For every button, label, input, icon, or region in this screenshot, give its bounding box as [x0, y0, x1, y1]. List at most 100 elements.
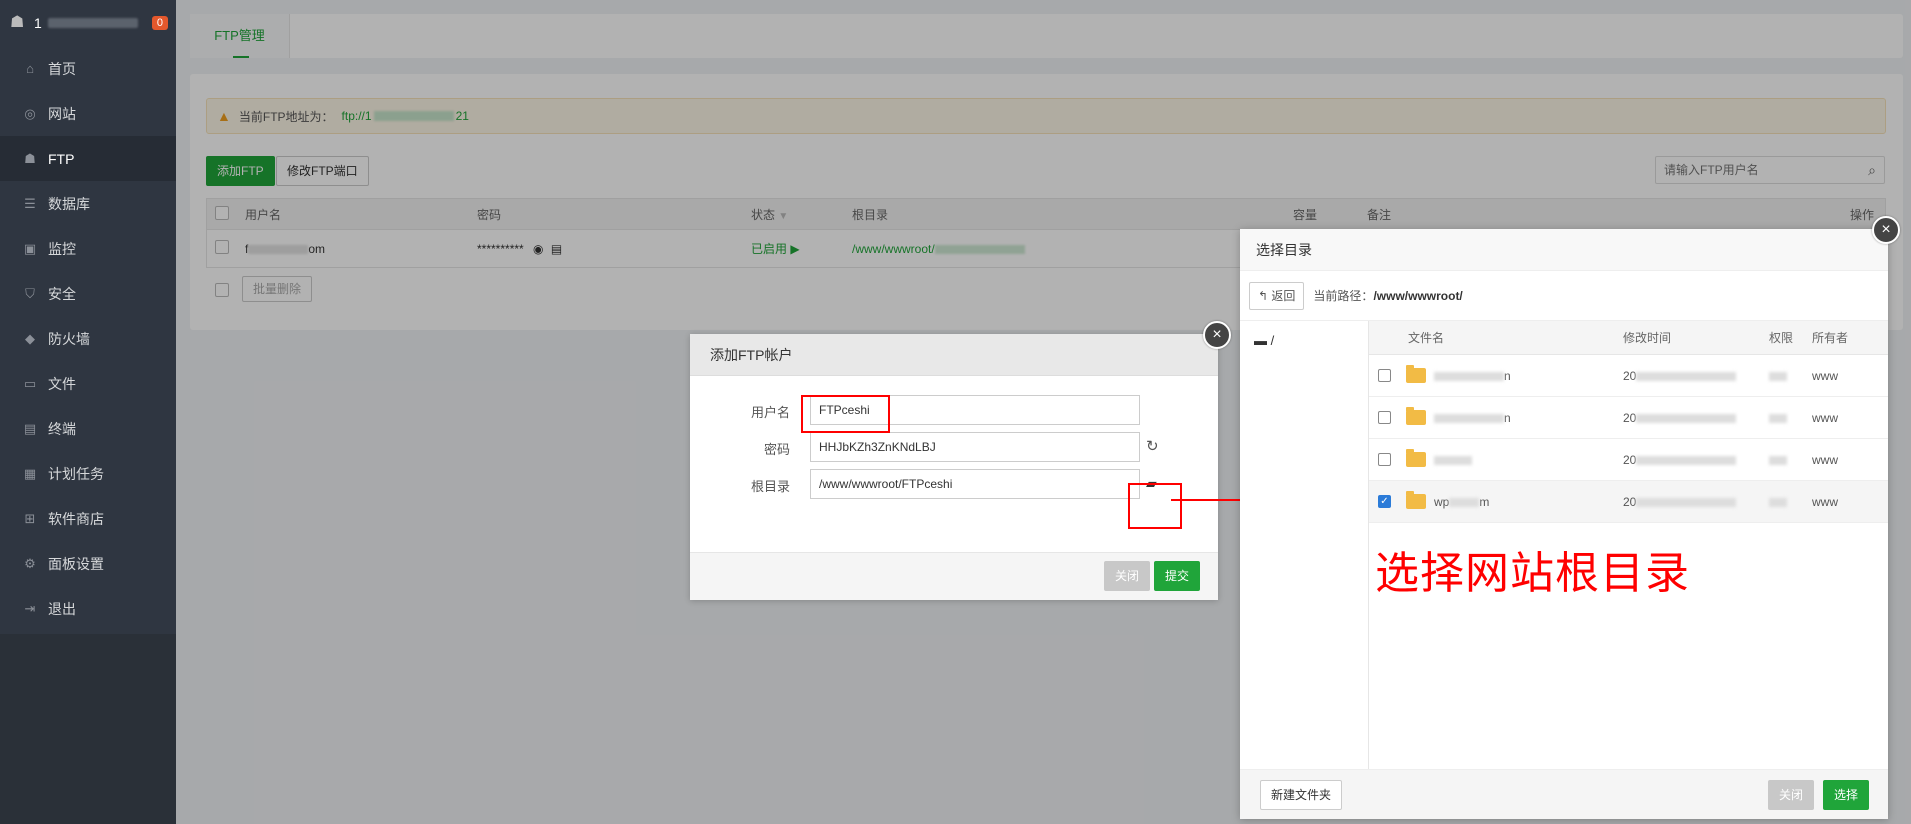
file-row-checkbox[interactable]: ✓ — [1378, 495, 1391, 508]
sidebar-item-label: 面板设置 — [48, 555, 104, 572]
sidebar-item-ftp[interactable]: ☗ FTP — [0, 136, 176, 181]
add-ftp-close-icon[interactable]: × — [1203, 321, 1231, 349]
file-name[interactable]: wp m — [1434, 481, 1489, 523]
sidebar-menu: ⌂ 首页 ◎ 网站 ☗ FTP ☰ 数据库 ▣ 监控 ⛉ 安全 ◆ 防火墙 ▭ 文件 ▤ 终端 ▦ 计划任务 ⊞ 软件商店… — [0, 46, 176, 631]
select-directory-title: 选择目录 — [1240, 229, 1888, 271]
dir-close-button[interactable]: 关闭 — [1768, 780, 1815, 810]
file-owner: www — [1812, 369, 1838, 383]
file-mtime: 20 — [1623, 397, 1737, 439]
sidebar-item-database[interactable]: ☰ 数据库 — [0, 181, 176, 226]
sidebar-item-label: 退出 — [48, 600, 76, 617]
file-name[interactable] — [1434, 439, 1472, 481]
col-mtime: 修改时间 — [1623, 331, 1672, 345]
file-row[interactable]: ✓ wp m 20 www — [1369, 481, 1888, 523]
file-list-header: 文件名 修改时间 权限 所有者 — [1369, 321, 1888, 355]
file-mtime: 20 — [1623, 439, 1737, 481]
notification-badge[interactable]: 0 — [151, 16, 168, 30]
sidebar-item-label: 终端 — [48, 420, 76, 437]
file-owner: www — [1812, 495, 1838, 509]
home-icon: ⌂ — [26, 61, 34, 76]
sidebar-item-label: 首页 — [48, 60, 76, 77]
back-arrow-icon: ↰ — [1258, 288, 1269, 303]
highlight-username — [801, 395, 890, 433]
back-button[interactable]: ↰ 返回 — [1249, 281, 1305, 310]
sidebar-item-terminal[interactable]: ▤ 终端 — [0, 406, 176, 451]
root-input[interactable]: /www/wwwroot/FTPceshi — [810, 469, 1140, 499]
root-label: 根目录 — [750, 479, 790, 494]
add-ftp-modal-title: 添加FTP帐户 — [690, 334, 1218, 376]
file-name[interactable]: n — [1434, 397, 1511, 439]
calendar-icon: ▦ — [23, 465, 37, 481]
file-owner: www — [1812, 453, 1838, 467]
directory-tree: ▬ / — [1240, 321, 1369, 769]
sidebar-item-label: 软件商店 — [48, 510, 104, 527]
sidebar-item-label: 计划任务 — [48, 465, 104, 482]
file-row[interactable]: n 20 www — [1369, 397, 1888, 439]
host-redacted — [47, 18, 138, 28]
file-perm — [1769, 355, 1787, 397]
select-button[interactable]: 选择 — [1823, 780, 1870, 810]
sidebar-item-settings[interactable]: ⚙ 面板设置 — [0, 541, 176, 586]
sidebar-footer — [0, 634, 176, 824]
shield-icon: ⛉ — [25, 285, 35, 301]
sidebar-item-label: 监控 — [48, 240, 76, 257]
terminal-icon: ▤ — [23, 420, 37, 436]
file-row-checkbox[interactable] — [1378, 369, 1391, 382]
sidebar-item-label: 文件 — [48, 375, 76, 392]
firewall-icon: ◆ — [25, 330, 35, 346]
sidebar-item-folder[interactable]: ▭ 文件 — [0, 361, 176, 406]
sidebar-item-monitor[interactable]: ▣ 监控 — [0, 226, 176, 271]
close-button[interactable]: 关闭 — [1104, 561, 1151, 591]
select-directory-close-icon[interactable]: × — [1872, 216, 1900, 244]
file-name[interactable]: n — [1434, 355, 1511, 397]
logout-icon: ⇥ — [24, 600, 36, 616]
password-input[interactable]: HHJbKZh3ZnKNdLBJ — [810, 432, 1140, 462]
folder-icon — [1406, 491, 1426, 509]
file-row[interactable]: n 20 www — [1369, 355, 1888, 397]
server-host: 1 — [34, 15, 42, 31]
drive-icon: ▬ — [1254, 333, 1267, 348]
file-mtime: 20 — [1623, 481, 1737, 523]
sidebar: ☗ 1 0 ⌂ 首页 ◎ 网站 ☗ FTP ☰ 数据库 ▣ 监控 ⛉ 安全 ◆ 防火墙 ▭ 文件 ▤ 终端 ▦ 计划任… — [0, 0, 176, 824]
sidebar-item-firewall[interactable]: ◆ 防火墙 — [0, 316, 176, 361]
file-perm — [1769, 481, 1787, 523]
file-row-checkbox[interactable] — [1378, 411, 1391, 424]
add-ftp-modal: 添加FTP帐户 用户名 FTPceshi 密码 HHJbKZh3ZnKNdLBJ… — [690, 334, 1218, 600]
folder-icon — [1406, 407, 1426, 425]
sidebar-item-logout[interactable]: ⇥ 退出 — [0, 586, 176, 631]
file-row[interactable]: 20 www — [1369, 439, 1888, 481]
select-directory-modal: 选择目录 ↰ 返回 当前路径： /www/wwwroot/ ▬ / 文件名 修改… — [1240, 229, 1888, 819]
col-owner: 所有者 — [1812, 331, 1849, 345]
file-row-checkbox[interactable] — [1378, 453, 1391, 466]
sidebar-item-globe[interactable]: ◎ 网站 — [0, 91, 176, 136]
sidebar-item-label: FTP — [48, 150, 75, 167]
settings-icon: ⚙ — [24, 555, 36, 571]
username-label: 用户名 — [750, 405, 790, 420]
file-owner: www — [1812, 411, 1838, 425]
path-value: /www/wwwroot/ — [1373, 288, 1463, 303]
new-folder-button[interactable]: 新建文件夹 — [1260, 780, 1343, 810]
monitor-icon: ▣ — [23, 240, 37, 256]
folder-icon: ▭ — [23, 375, 37, 391]
sidebar-item-calendar[interactable]: ▦ 计划任务 — [0, 451, 176, 496]
select-directory-footer: 新建文件夹 关闭 选择 — [1240, 769, 1888, 819]
refresh-icon[interactable]: ↻ — [1146, 437, 1159, 455]
sidebar-item-label: 网站 — [48, 105, 76, 122]
sidebar-item-label: 安全 — [48, 285, 76, 302]
col-filename: 文件名 — [1408, 331, 1445, 345]
path-bar: ↰ 返回 当前路径： /www/wwwroot/ — [1240, 271, 1888, 321]
folder-icon — [1406, 365, 1426, 383]
sidebar-item-apps[interactable]: ⊞ 软件商店 — [0, 496, 176, 541]
add-ftp-modal-footer: 关闭 提交 — [690, 552, 1218, 600]
path-label: 当前路径： — [1313, 289, 1374, 303]
sidebar-item-shield[interactable]: ⛉ 安全 — [0, 271, 176, 316]
file-mtime: 20 — [1623, 355, 1737, 397]
tree-root[interactable]: ▬ / — [1240, 321, 1368, 348]
submit-button[interactable]: 提交 — [1154, 561, 1201, 591]
sidebar-item-home[interactable]: ⌂ 首页 — [0, 46, 176, 91]
annotation-text: 选择网站根目录 — [1375, 548, 1690, 599]
apps-icon: ⊞ — [24, 510, 36, 526]
password-label: 密码 — [763, 442, 790, 457]
file-perm — [1769, 397, 1787, 439]
col-perm: 权限 — [1769, 331, 1794, 345]
